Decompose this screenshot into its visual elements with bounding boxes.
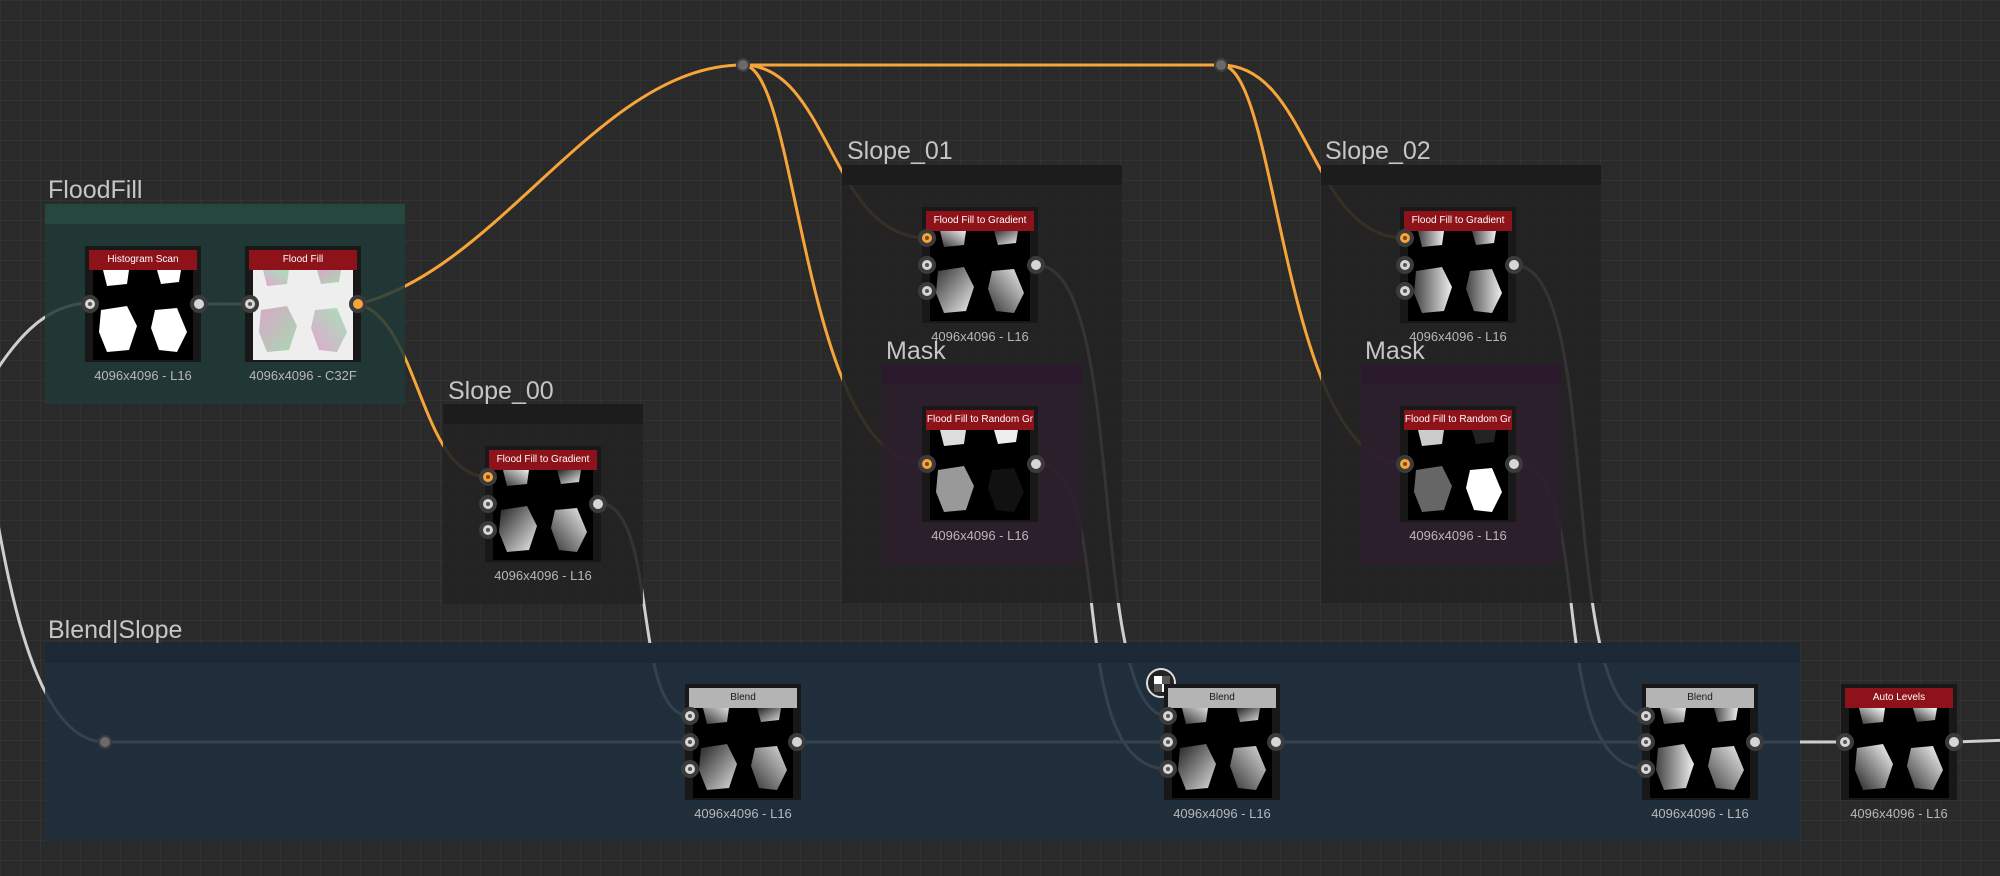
node-title: Flood Fill to Gradient: [926, 211, 1034, 231]
node-title: Flood Fill: [249, 250, 357, 270]
node-thumbnail: [493, 470, 593, 560]
node-flood-fill-to-gradient[interactable]: Flood Fill to Gradient 4096x4096 - L16: [485, 446, 601, 583]
input-port[interactable]: [1159, 733, 1177, 751]
input-port[interactable]: [1637, 733, 1655, 751]
node-title: Blend: [1646, 688, 1754, 708]
input-port[interactable]: [1836, 733, 1854, 751]
wire-redirect-dot[interactable]: [98, 735, 112, 749]
output-port[interactable]: [1027, 455, 1045, 473]
node-title: Auto Levels: [1845, 688, 1953, 708]
frame-title-floodfill: FloodFill: [48, 176, 143, 204]
input-port[interactable]: [681, 760, 699, 778]
frame-title-slope-02: Slope_02: [1325, 137, 1431, 165]
input-port[interactable]: [918, 282, 936, 300]
frame-header[interactable]: [443, 404, 643, 424]
frame-header[interactable]: [45, 204, 405, 224]
wire-redirect-dot[interactable]: [736, 58, 750, 72]
node-title: Flood Fill to Gradient: [1404, 211, 1512, 231]
node-thumbnail: [930, 231, 1030, 321]
output-port[interactable]: [1505, 455, 1523, 473]
node-info: 4096x4096 - L16: [1409, 329, 1507, 344]
output-port[interactable]: [788, 733, 806, 751]
output-port[interactable]: [1027, 256, 1045, 274]
input-port[interactable]: [241, 295, 259, 313]
frame-title-blend-slope: Blend|Slope: [48, 616, 183, 644]
node-info: 4096x4096 - L16: [1651, 806, 1749, 821]
input-port[interactable]: [1396, 455, 1414, 473]
frame-header[interactable]: [1321, 165, 1601, 185]
output-port[interactable]: [1746, 733, 1764, 751]
node-thumbnail: [1172, 708, 1272, 798]
node-flood-fill-to-random-grayscale[interactable]: Flood Fill to Random Gr 4096x4096 - L16: [922, 406, 1038, 543]
input-port[interactable]: [681, 707, 699, 725]
node-thumbnail: [693, 708, 793, 798]
input-port[interactable]: [1396, 282, 1414, 300]
frame-header[interactable]: [882, 364, 1082, 384]
input-port[interactable]: [1159, 760, 1177, 778]
node-thumbnail: [1650, 708, 1750, 798]
node-info: 4096x4096 - L16: [931, 528, 1029, 543]
node-thumbnail: [253, 270, 353, 360]
node-info: 4096x4096 - L16: [1850, 806, 1948, 821]
node-thumbnail: [1408, 231, 1508, 321]
node-flood-fill-to-random-grayscale[interactable]: Flood Fill to Random Gr 4096x4096 - L16: [1400, 406, 1516, 543]
input-port[interactable]: [1396, 229, 1414, 247]
node-info: 4096x4096 - L16: [694, 806, 792, 821]
frame-header[interactable]: [1361, 364, 1561, 384]
frame-header[interactable]: [842, 165, 1122, 185]
node-title: Flood Fill to Random Gr: [1404, 410, 1512, 430]
node-blend[interactable]: Blend 4096x4096 - L16: [1164, 684, 1280, 821]
wire-redirect-dot[interactable]: [1214, 58, 1228, 72]
input-port[interactable]: [918, 229, 936, 247]
node-thumbnail: [1408, 430, 1508, 520]
input-port[interactable]: [1159, 707, 1177, 725]
output-port[interactable]: [349, 295, 367, 313]
node-histogram-scan[interactable]: Histogram Scan 4096x4096 - L16: [85, 246, 201, 383]
node-title: Histogram Scan: [89, 250, 197, 270]
frame-blend-slope[interactable]: [45, 643, 1800, 841]
node-info: 4096x4096 - L16: [94, 368, 192, 383]
input-port[interactable]: [1396, 256, 1414, 274]
input-port[interactable]: [918, 256, 936, 274]
node-info: 4096x4096 - L16: [1409, 528, 1507, 543]
node-info: 4096x4096 - L16: [494, 568, 592, 583]
input-port[interactable]: [81, 295, 99, 313]
wire-floodfill-to-dot1: [356, 63, 745, 306]
node-title: Flood Fill to Gradient: [489, 450, 597, 470]
node-thumbnail: [930, 430, 1030, 520]
input-port[interactable]: [479, 495, 497, 513]
input-port[interactable]: [479, 468, 497, 486]
input-port[interactable]: [681, 733, 699, 751]
node-info: 4096x4096 - L16: [1173, 806, 1271, 821]
input-port[interactable]: [1637, 760, 1655, 778]
node-info: 4096x4096 - C32F: [249, 368, 357, 383]
node-thumbnail: [1849, 708, 1949, 798]
node-title: Flood Fill to Random Gr: [926, 410, 1034, 430]
output-port[interactable]: [589, 495, 607, 513]
node-title: Blend: [689, 688, 797, 708]
node-flood-fill-to-gradient[interactable]: Flood Fill to Gradient 4096x4096 - L16: [1400, 207, 1516, 344]
output-port[interactable]: [1945, 733, 1963, 751]
node-title: Blend: [1168, 688, 1276, 708]
node-auto-levels[interactable]: Auto Levels 4096x4096 - L16: [1841, 684, 1957, 821]
output-port[interactable]: [190, 295, 208, 313]
node-info: 4096x4096 - L16: [931, 329, 1029, 344]
frame-title-slope-01: Slope_01: [847, 137, 953, 165]
output-port[interactable]: [1505, 256, 1523, 274]
frame-title-slope-00: Slope_00: [448, 377, 554, 405]
input-port[interactable]: [479, 521, 497, 539]
node-thumbnail: [93, 270, 193, 360]
output-port[interactable]: [1267, 733, 1285, 751]
node-blend[interactable]: Blend 4096x4096 - L16: [685, 684, 801, 821]
node-blend[interactable]: Blend 4096x4096 - L16: [1642, 684, 1758, 821]
input-port[interactable]: [918, 455, 936, 473]
node-flood-fill[interactable]: Flood Fill 4096x4096 - C32F: [245, 246, 361, 383]
frame-header[interactable]: [45, 643, 1800, 663]
input-port[interactable]: [1637, 707, 1655, 725]
node-flood-fill-to-gradient[interactable]: Flood Fill to Gradient 4096x4096 - L16: [922, 207, 1038, 344]
